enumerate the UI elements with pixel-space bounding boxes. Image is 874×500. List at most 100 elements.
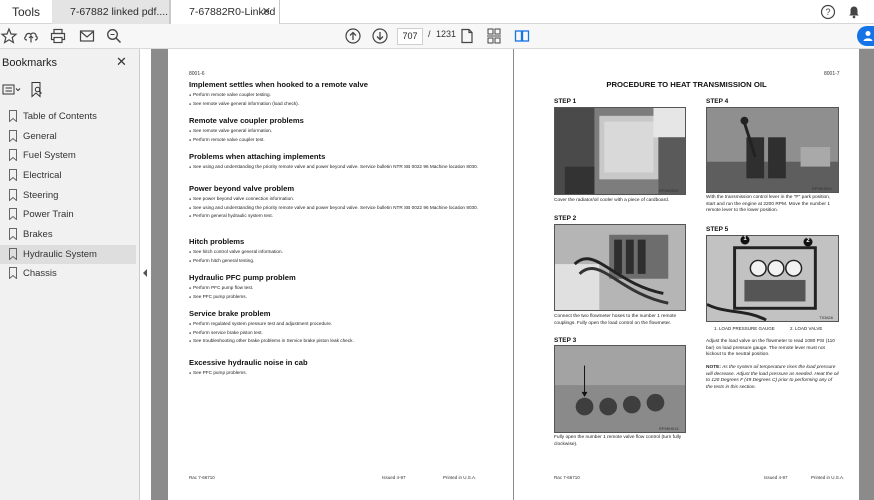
bookmark-icon	[9, 208, 17, 220]
list-item: Perform hitch general testing.	[189, 258, 499, 264]
photo-id: RP96H014	[659, 426, 679, 431]
step-2-label: STEP 2	[554, 215, 577, 222]
sidebar-item-label: Power Train	[23, 209, 74, 220]
bookmarks-panel: Bookmarks ✕ Table of Contents General Fu…	[0, 49, 140, 500]
troubleshooting-section: Problems when attaching implements See u…	[189, 152, 499, 173]
toolbar: 707 / 1231	[0, 24, 874, 49]
procedure-title: PROCEDURE TO HEAT TRANSMISSION OIL	[606, 80, 767, 89]
bookmark-options-icon[interactable]	[2, 82, 24, 98]
list-item: Perform general hydraulic system test.	[189, 213, 499, 219]
footer-issued: Issued 4-97	[764, 475, 788, 480]
troubleshooting-section: Remote valve coupler problems See remote…	[189, 116, 499, 145]
list-item: See using and understanding the priority…	[189, 205, 499, 211]
previous-page-icon[interactable]	[344, 27, 362, 45]
step-2-photo	[554, 224, 686, 311]
step-3-photo	[554, 345, 686, 433]
list-item: See remote valve general information.	[189, 128, 499, 134]
callout-2-marker: 2	[803, 237, 813, 247]
email-icon[interactable]	[78, 27, 96, 45]
bookmark-star-icon[interactable]	[0, 27, 18, 45]
section-title: Excessive hydraulic noise in cab	[189, 358, 308, 367]
step-4-photo	[706, 107, 839, 193]
step-1-label: STEP 1	[554, 98, 577, 105]
sidebar-item-brakes[interactable]: Brakes	[0, 225, 136, 244]
step-5-caption: Adjust the load valve on the flowmeter t…	[706, 339, 835, 357]
page-number-input[interactable]: 707	[397, 28, 423, 45]
scrolling-mode-icon[interactable]	[485, 27, 503, 45]
sidebar-item-label: Hydraulic System	[23, 249, 97, 260]
search-icon[interactable]	[105, 27, 123, 45]
pdf-page-left: 8001-6 Implement settles when hooked to …	[168, 49, 513, 500]
troubleshooting-section: Hydraulic PFC pump problem Perform PFC p…	[189, 273, 499, 302]
list-item: See PFC pump problems.	[189, 294, 499, 300]
list-item: See remote valve general information (lo…	[189, 101, 499, 107]
bookmark-search-icon[interactable]	[30, 81, 44, 98]
sidebar-item-label: Chassis	[23, 268, 57, 279]
list-item: Perform remote valve coupler testing.	[189, 92, 499, 98]
sidebar-item-label: Steering	[23, 190, 59, 201]
page-header: 8001-6	[189, 71, 205, 77]
list-item: See troubleshooting other brake problems…	[189, 338, 499, 344]
sidebar-item-general[interactable]: General	[0, 127, 136, 146]
page-header: 8001-7	[824, 71, 840, 77]
photo-id: TS3826	[819, 315, 834, 320]
upload-cloud-icon[interactable]	[22, 27, 40, 45]
sidebar-item-chassis[interactable]: Chassis	[0, 264, 136, 283]
bookmark-icon	[9, 130, 17, 142]
document-view[interactable]: 8001-6 Implement settles when hooked to …	[151, 49, 874, 500]
sidebar-item-label: Table of Contents	[23, 111, 97, 122]
pdf-viewer-window: Tools 7-67882 linked pdf.... 7-67882R0-L…	[0, 0, 874, 500]
sidebar-item-fuel-system[interactable]: Fuel System	[0, 146, 136, 165]
legend-item: 1. LOAD PRESSURE GAUGE	[714, 326, 775, 331]
sidebar-item-power-train[interactable]: Power Train	[0, 205, 136, 224]
tab-document-2[interactable]: 7-67882R0-Linked ... ✕	[170, 0, 280, 42]
section-title: Remote valve coupler problems	[189, 116, 304, 125]
collapse-panel-handle[interactable]	[140, 260, 150, 286]
troubleshooting-section: Service brake problem Perform regulated …	[189, 309, 499, 347]
bookmark-icon	[9, 110, 17, 122]
page-total: 1231	[436, 29, 457, 39]
callout-1-marker: 1	[740, 235, 750, 245]
sidebar-item-hydraulic-system[interactable]: Hydraulic System	[0, 245, 136, 264]
step-5-photo	[706, 235, 839, 322]
troubleshooting-section: Excessive hydraulic noise in cab See PFC…	[189, 358, 499, 379]
bookmark-icon	[9, 228, 17, 240]
step-4-caption: With the transmission control lever in t…	[706, 195, 831, 213]
print-icon[interactable]	[49, 27, 67, 45]
share-user-button[interactable]	[857, 26, 874, 46]
step-1-photo	[554, 107, 686, 195]
sidebar-item-label: Brakes	[23, 229, 53, 240]
section-title: Power beyond valve problem	[189, 184, 295, 193]
step-1-caption: Cover the radiator/oil cooler with a pie…	[554, 198, 670, 203]
section-title: Hitch problems	[189, 237, 245, 246]
list-item: See using and understanding the priority…	[189, 164, 499, 170]
bookmark-icon	[9, 248, 17, 260]
bookmark-icon	[9, 267, 17, 279]
tab-tools[interactable]: Tools	[0, 0, 52, 24]
bookmark-icon	[9, 189, 17, 201]
sidebar-item-table-of-contents[interactable]: Table of Contents	[0, 107, 136, 126]
sidebar-item-label: General	[23, 131, 57, 142]
list-item: Perform PFC pump flow test.	[189, 285, 499, 291]
two-page-view-icon[interactable]	[513, 27, 531, 45]
callout-2-number: 2	[806, 238, 810, 244]
list-item: Perform regulated system pressure test a…	[189, 321, 499, 327]
next-page-icon[interactable]	[371, 27, 389, 45]
photo-id: RP96H052	[659, 188, 679, 193]
help-icon[interactable]: ?	[820, 4, 836, 20]
bookmark-icon	[9, 149, 17, 161]
sidebar-item-electrical[interactable]: Electrical	[0, 166, 136, 185]
callout-1-number: 1	[743, 236, 747, 242]
tab-document-1[interactable]: 7-67882 linked pdf....	[52, 0, 170, 24]
bookmarks-title: Bookmarks	[2, 57, 58, 69]
notification-bell-icon[interactable]	[846, 4, 862, 20]
footer-printed: Printed in U.S.A.	[811, 475, 845, 480]
list-item: See hitch control valve general informat…	[189, 249, 499, 255]
list-item: See power beyond valve connection inform…	[189, 196, 499, 202]
close-panel-icon[interactable]: ✕	[116, 54, 127, 70]
section-title: Implement settles when hooked to a remot…	[189, 80, 368, 89]
sidebar-item-steering[interactable]: Steering	[0, 186, 136, 205]
list-item: Perform service brake piston test.	[189, 330, 499, 336]
close-tab-icon[interactable]: ✕	[262, 0, 271, 24]
fit-page-icon[interactable]	[458, 27, 476, 45]
